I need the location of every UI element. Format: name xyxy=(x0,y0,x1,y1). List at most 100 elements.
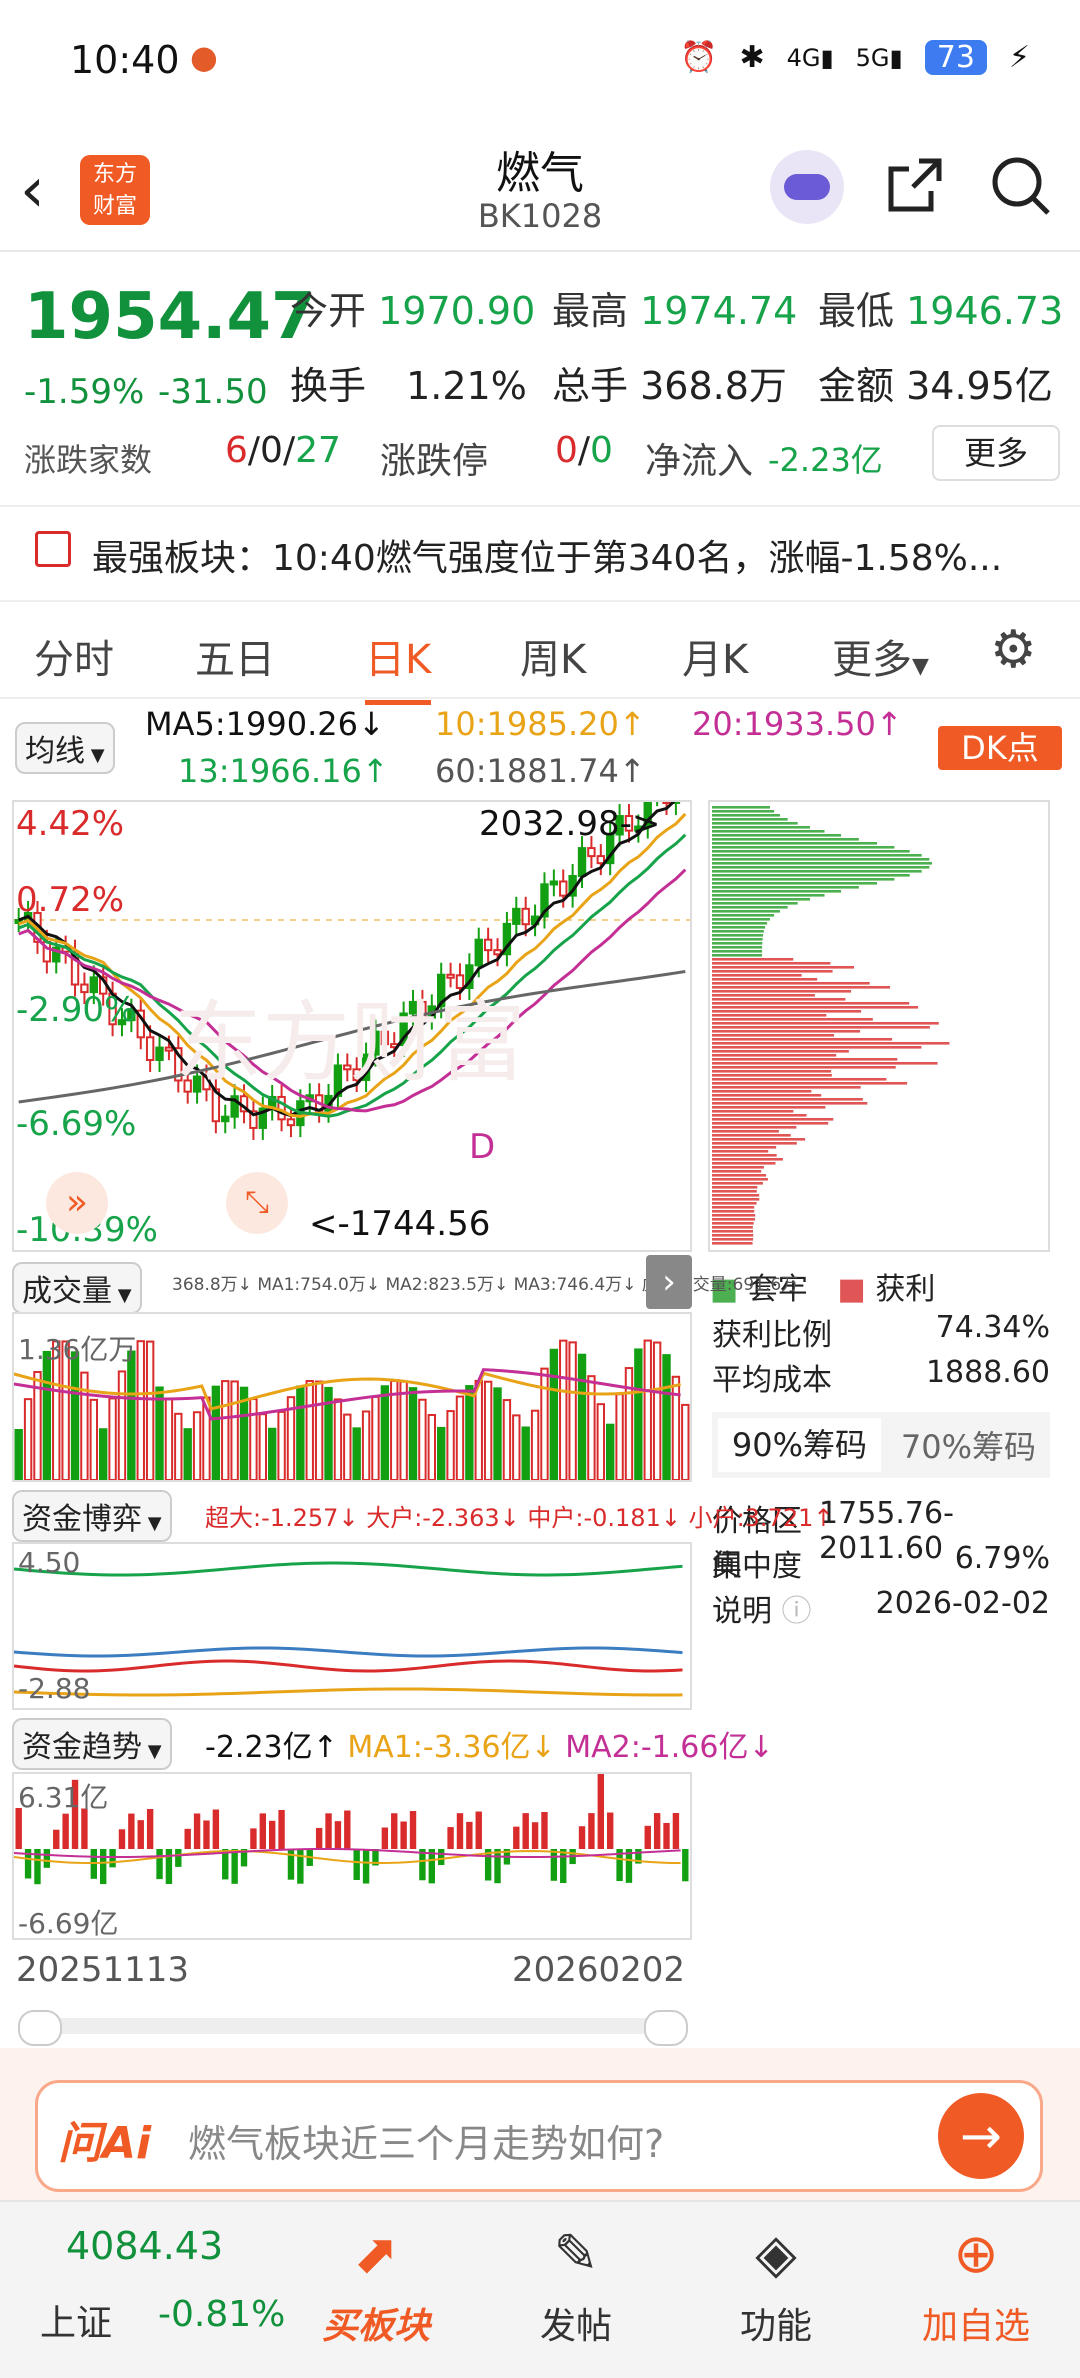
chip-bar xyxy=(712,890,842,893)
volume-bar xyxy=(42,1350,52,1481)
chip-bar xyxy=(712,986,891,989)
post-icon[interactable]: ✎ xyxy=(506,2222,646,2285)
chip-bar xyxy=(712,1042,950,1045)
volume-bar xyxy=(380,1385,390,1481)
collapse-panel-icon[interactable]: › xyxy=(646,1255,692,1309)
chip-bar xyxy=(712,1238,754,1241)
chip-bar xyxy=(712,834,842,837)
ma20-value: 20:1933.50↑ xyxy=(692,705,903,743)
chip-bar xyxy=(712,1038,893,1041)
candle-body xyxy=(155,1046,164,1061)
trend-bar xyxy=(391,1813,398,1849)
tab-intraday[interactable]: 分时 xyxy=(34,627,114,685)
tab-more[interactable]: 更多▼ xyxy=(832,627,929,685)
chip-bar xyxy=(712,914,775,917)
trend-bar xyxy=(334,1821,342,1849)
chip-bar xyxy=(712,1138,806,1141)
share-icon[interactable] xyxy=(885,155,945,215)
fullscreen-icon[interactable]: ⤡ xyxy=(226,1172,288,1234)
volume-bar xyxy=(549,1348,559,1481)
chip-bar xyxy=(712,1214,756,1217)
trend-bar xyxy=(475,1811,482,1849)
chip-bar xyxy=(712,1198,760,1201)
chip-bar xyxy=(712,1242,753,1245)
quote-panel: 1954.47 -1.59% -31.50 今开 1970.90 最高 1974… xyxy=(0,260,1080,500)
fund-y-top: 4.50 xyxy=(18,1546,81,1579)
limit-label: 涨跌停 xyxy=(380,441,489,482)
volume-bar xyxy=(587,1375,596,1481)
chip-bar xyxy=(712,1046,922,1049)
range-handle-right[interactable] xyxy=(644,2010,688,2046)
ma-selector[interactable]: 均线 ▼ xyxy=(15,722,115,774)
candle-body xyxy=(286,1118,296,1127)
post-button[interactable]: 发帖 xyxy=(506,2297,646,2349)
chip-bar xyxy=(712,1154,777,1157)
tab-five-day[interactable]: 五日 xyxy=(195,627,275,685)
tab-daily-k[interactable]: 日K xyxy=(365,627,432,705)
volume-bar xyxy=(230,1380,239,1481)
settings-icon[interactable]: ⚙ xyxy=(990,620,1037,680)
buy-sector-icon[interactable]: ⬈ xyxy=(306,2222,446,2285)
chip-bar xyxy=(712,938,763,941)
volume-bar xyxy=(174,1412,183,1481)
amount-field: 金额 34.95亿 xyxy=(818,364,1053,408)
volume-bar xyxy=(352,1427,361,1482)
ai-question-bar[interactable]: 问Ai 燃气板块近三个月走势如何? → xyxy=(35,2080,1043,2192)
fund-trend-selector[interactable]: 资金趋势 ▼ xyxy=(12,1718,172,1770)
index-value[interactable]: 4084.43 xyxy=(66,2224,223,2268)
volume-y-label: 1.36亿万 xyxy=(18,1333,137,1366)
range-handle-left[interactable] xyxy=(18,2010,62,2046)
trend-bar xyxy=(466,1821,473,1849)
range-scrollbar[interactable] xyxy=(18,2010,688,2046)
buy-sector-button[interactable]: 买板块 xyxy=(306,2297,446,2349)
trend-bar xyxy=(344,1810,351,1849)
trend-bar xyxy=(588,1813,595,1849)
arrow-right-icon[interactable]: → xyxy=(938,2093,1024,2179)
dk-point-button[interactable]: DK点 xyxy=(938,726,1062,770)
expand-left-icon[interactable]: » xyxy=(46,1172,108,1234)
high-field: 最高 1974.74 xyxy=(552,289,798,333)
y-label-3: -6.69% xyxy=(16,1104,137,1144)
candle-body xyxy=(277,1095,286,1121)
chip-bar xyxy=(712,862,932,865)
volume-bar xyxy=(606,1423,615,1481)
chip-bar xyxy=(712,1094,822,1097)
trend-bar xyxy=(400,1821,407,1849)
low-marker: <-1744.56 xyxy=(309,1204,491,1244)
chip-bar xyxy=(712,1058,898,1061)
tab-monthly-k[interactable]: 月K xyxy=(682,627,748,685)
robot-avatar-icon[interactable] xyxy=(770,150,844,224)
news-banner[interactable]: 最强板块：10:40燃气强度位于第340名，涨幅-1.58%... xyxy=(0,505,1080,597)
chip-bar xyxy=(712,870,922,873)
chip-bar xyxy=(712,918,770,921)
volume-bar xyxy=(305,1380,314,1481)
ai-input[interactable]: 燃气板块近三个月走势如何? xyxy=(188,2113,664,2168)
trend-bar xyxy=(325,1813,332,1849)
avg-cost-row: 平均成本 1888.60 xyxy=(712,1355,1050,1398)
function-button[interactable]: 功能 xyxy=(706,2297,846,2349)
fund-trend-legend: -2.23亿↑ MA1:-3.36亿↓ MA2:-1.66亿↓ xyxy=(205,1730,774,1765)
volume-bar xyxy=(437,1426,446,1481)
chip-bar xyxy=(712,974,802,977)
chip-bar xyxy=(712,966,854,969)
fund-game-selector[interactable]: 资金博弈 ▼ xyxy=(12,1490,172,1542)
kline-chart[interactable]: 东方财富 4.42% 0.72% -2.90% -6.69% -10.39% 2… xyxy=(12,800,692,1252)
volume-bar xyxy=(493,1387,502,1481)
add-watchlist-icon[interactable]: ⊕ xyxy=(906,2222,1046,2285)
chip-info: 获利比例 74.34% 平均成本 1888.60 90%筹码 70%筹码 价格区间 1… xyxy=(712,1310,1050,1631)
d-marker: D xyxy=(469,1127,496,1167)
info-icon[interactable]: ⓘ xyxy=(782,1594,812,1629)
add-watchlist-button[interactable]: 加自选 xyxy=(906,2297,1046,2349)
volume-selector[interactable]: 成交量 ▼ xyxy=(12,1262,142,1314)
candle-body xyxy=(596,855,605,865)
chip-bar xyxy=(712,1194,760,1197)
volume-bar xyxy=(108,1397,117,1481)
tab-weekly-k[interactable]: 周K xyxy=(520,627,586,685)
tab-chip-70[interactable]: 70%筹码 xyxy=(887,1422,1050,1468)
function-icon[interactable]: ◈ xyxy=(706,2222,846,2285)
search-icon[interactable] xyxy=(990,155,1052,217)
trend-bar xyxy=(522,1813,529,1849)
tab-chip-90[interactable]: 90%筹码 xyxy=(718,1418,881,1472)
more-button[interactable]: 更多 xyxy=(932,425,1060,481)
candle-body xyxy=(559,880,568,897)
